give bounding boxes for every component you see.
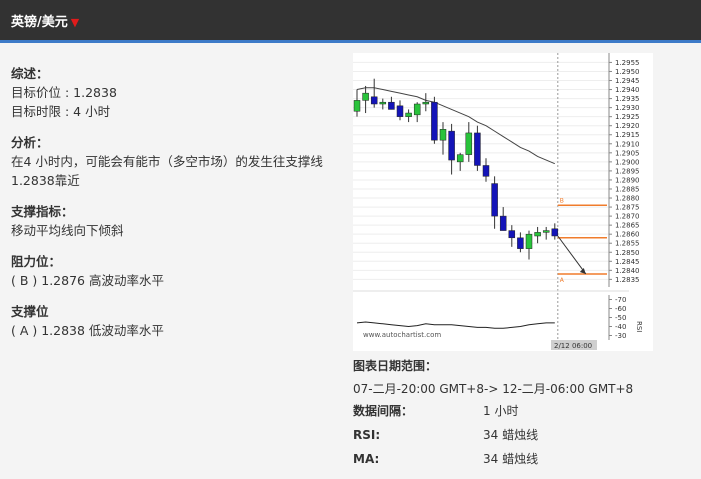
interval-row: 数据间隔： 1 小时 [353,399,693,423]
watermark: www.autochartist.com [363,331,441,339]
ma-value: 34 蜡烛线 [483,452,539,466]
range-value: 07-二月-20:00 GMT+8-> 12-二月-06:00 GMT+8 [353,382,634,396]
price-tick-label: 1.2930 [615,104,640,112]
accent-line [0,40,701,43]
indicator-title: 支撑指标： [11,204,74,219]
resistance-text: ( B ) 1.2876 高波动率水平 [11,273,164,288]
price-tick-label: 1.2955 [615,59,640,67]
candle-up [456,154,464,163]
price-tick-label: 1.2855 [615,240,640,248]
rsi-tick-label: -40 [615,323,626,331]
analysis-panel: 综述： 目标价位 : 1.2838 目标时限 : 4 小时 分析： 在4 小时内… [11,64,341,340]
candle-down [508,230,516,239]
ma-label: MA: [353,452,380,466]
price-tick-label: 1.2905 [615,149,640,157]
price-tick-label: 1.2875 [615,204,640,212]
rsi-tick-label: -60 [615,305,626,313]
candle-down [448,130,455,161]
summary-title: 综述： [11,66,49,81]
candle-down [370,96,378,105]
chart-info: 图表日期范围： 07-二月-20:00 GMT+8-> 12-二月-06:00 … [353,357,693,471]
level-label: B [560,197,564,204]
price-tick-label: 1.2860 [615,231,640,239]
time-label: 2/12 06:00 [554,342,592,350]
price-tick-label: 1.2850 [615,249,640,257]
price-tick-label: 1.2840 [615,267,640,275]
candle-up [422,101,430,105]
price-tick-label: 1.2910 [615,140,640,148]
candle-up [353,100,361,112]
price-tick-label: 1.2880 [615,195,640,203]
indicator-text: 移动平均线向下倾斜 [11,223,124,238]
price-tick-label: 1.2920 [615,122,640,130]
rsi-tick-label: -30 [615,332,626,340]
interval-label: 数据间隔： [353,404,414,418]
instrument-name: 英镑/美元 [11,15,68,30]
candle-up [413,103,421,116]
candle-down [396,105,404,117]
candle-up [362,92,369,101]
rsi-tick-label: -50 [615,314,626,322]
support-title: 支撑位 [11,304,49,319]
price-tick-label: 1.2870 [615,213,640,221]
price-tick-label: 1.2845 [615,258,640,266]
candle-down [388,101,395,110]
candle-down [551,228,559,237]
price-tick-label: 1.2900 [615,158,640,166]
candle-up [525,233,533,249]
target-period: 目标时限 : 4 小时 [11,104,111,119]
candle-down [474,132,481,166]
support-text: ( A ) 1.2838 低波动率水平 [11,323,164,338]
analysis-title: 分析： [11,135,49,150]
candle-down [517,237,524,249]
range-label: 图表日期范围： [353,359,438,373]
candle-down [482,165,490,177]
candle-down [499,215,507,231]
candle-up [465,132,473,155]
price-tick-label: 1.2895 [615,167,640,175]
header-bar: 英镑/美元 ▼ [0,0,701,40]
price-tick-label: 1.2890 [615,176,640,184]
resistance-title: 阻力位： [11,254,62,269]
rsi-row: RSI: 34 蜡烛线 [353,423,693,447]
price-chart: BA 1.29551.29501.29451.29401.29351.29301… [353,53,653,351]
instrument-title[interactable]: 英镑/美元 ▼ [11,11,79,30]
candle-up [405,112,412,117]
price-tick-label: 1.2925 [615,113,640,121]
price-tick-label: 1.2865 [615,222,640,230]
ma-row: MA: 34 蜡烛线 [353,447,693,471]
rsi-label: RSI: [353,428,381,442]
analysis-text: 在4 小时内，可能会有能市（多空市场）的发生往支撑线1.2838靠近 [11,154,323,188]
candle-down [431,101,438,141]
candle-up [439,129,447,141]
candle-up [542,230,550,233]
price-tick-label: 1.2950 [615,68,640,76]
rsi-axis-label: RSI [635,321,643,332]
target-level: 目标价位 : 1.2838 [11,85,117,100]
price-tick-label: 1.2835 [615,276,640,284]
price-tick-label: 1.2935 [615,95,640,103]
rsi-tick-label: -70 [615,296,626,304]
rsi-value: 34 蜡烛线 [483,428,539,442]
candle-down [491,183,498,217]
candle-up [379,101,387,105]
price-tick-label: 1.2915 [615,131,640,139]
chart-background [353,53,653,351]
down-arrow-icon: ▼ [70,16,80,29]
price-tick-label: 1.2945 [615,77,640,85]
candle-up [534,232,541,237]
price-tick-label: 1.2885 [615,185,640,193]
interval-value: 1 小时 [483,404,519,418]
price-tick-label: 1.2940 [615,86,640,94]
